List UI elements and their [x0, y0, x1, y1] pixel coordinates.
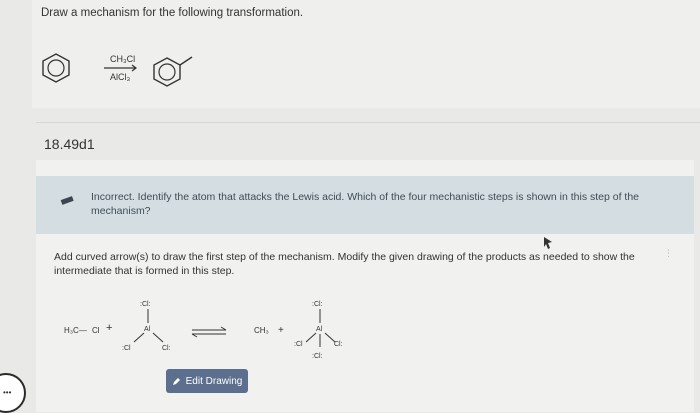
benzene-ring-product — [153, 57, 181, 87]
reactant-chlorine: Cl — [92, 326, 100, 335]
product-methyl: CH₃ — [254, 326, 269, 335]
step-instructions: Add curved arrow(s) to draw the first st… — [54, 251, 635, 277]
aluminum-atom: Al — [144, 326, 151, 333]
edit-drawing-button[interactable]: Edit Drawing — [166, 369, 248, 393]
reagent-bottom: AlCl₃ — [110, 72, 131, 82]
pencil-icon — [172, 377, 180, 385]
drawing-canvas[interactable]: H₃C— Cl + :Cl: Al :Cl Cl: CH₃ + :Cl: Al … — [56, 292, 376, 364]
al-cl-left: :Cl — [122, 345, 131, 352]
product-cl-top: :Cl: — [312, 301, 323, 308]
item-label: 18.49d1 — [44, 136, 95, 152]
reagent-top: CH₃Cl — [110, 54, 135, 64]
reactant-methyl: H₃C— — [64, 326, 87, 335]
feedback-banner: Incorrect. Identify the atom that attack… — [36, 176, 694, 234]
side-glyphs-decoration: ⋮ — [664, 248, 673, 258]
feedback-text: Incorrect. Identify the atom that attack… — [91, 191, 640, 217]
product-cl-left: :Cl — [294, 341, 303, 348]
incorrect-pencil-icon — [60, 196, 74, 205]
al-cl-right: Cl: — [162, 345, 171, 352]
methyl-substituent — [179, 56, 193, 66]
section-divider — [36, 122, 700, 123]
product-aluminum: Al — [316, 326, 323, 333]
al-cl-top: :Cl: — [140, 301, 151, 308]
mouse-cursor-icon — [544, 237, 552, 249]
plus-sign-2: + — [278, 325, 284, 336]
reaction-scheme: CH₃Cl AlCl₃ — [42, 53, 193, 87]
question-prompt: Draw a mechanism for the following trans… — [41, 7, 304, 19]
equilibrium-arrow — [191, 326, 227, 338]
benzene-inner-circle-reactant — [47, 59, 65, 77]
product-cl-right: Cl: — [334, 341, 343, 348]
benzene-inner-circle-product — [158, 63, 176, 81]
edit-drawing-label: Edit Drawing — [185, 375, 243, 387]
benzene-ring-reactant — [42, 53, 70, 83]
product-cl-bottom: :Cl: — [312, 353, 323, 360]
camera-icon[interactable]: ••• — [0, 373, 26, 413]
plus-sign-1: + — [106, 322, 112, 334]
question-card: Draw a mechanism for the following trans… — [32, 0, 700, 108]
